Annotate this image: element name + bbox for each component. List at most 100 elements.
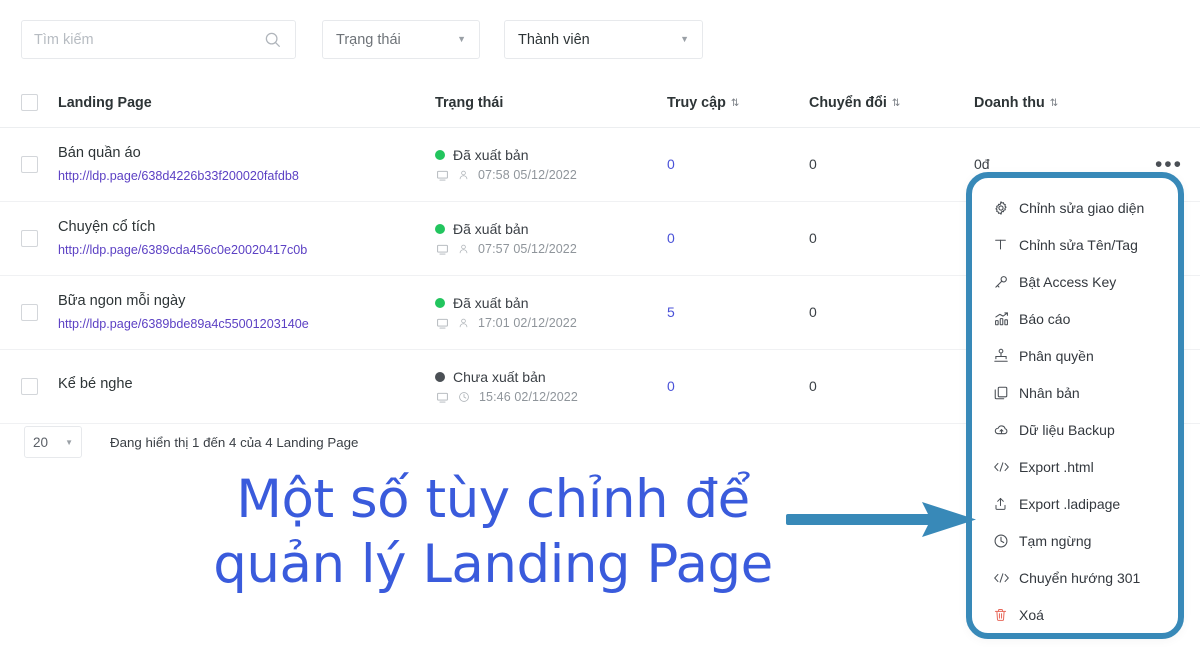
- landing-page-title: Chuyện cổ tích: [58, 219, 156, 236]
- clock-icon: [458, 391, 470, 403]
- visits-value[interactable]: 0: [667, 378, 675, 394]
- right-arrow-icon: [786, 502, 976, 537]
- menu-item-access-key[interactable]: Bật Access Key: [972, 263, 1178, 300]
- menu-item-report[interactable]: Báo cáo: [972, 300, 1178, 337]
- row-conversions-cell: 0: [809, 230, 974, 248]
- search-icon[interactable]: [258, 31, 295, 48]
- user-icon: [458, 317, 469, 329]
- menu-item-label: Nhân bản: [1019, 384, 1080, 401]
- row-checkbox[interactable]: [20, 230, 38, 247]
- menu-item-label: Tạm ngừng: [1019, 532, 1092, 549]
- menu-item-label: Dữ liệu Backup: [1019, 421, 1115, 438]
- status-timestamp: 07:57 05/12/2022: [478, 242, 577, 256]
- status-dot: [435, 150, 445, 160]
- visits-value[interactable]: 0: [667, 230, 675, 246]
- row-visits-cell: 0: [667, 156, 809, 174]
- table-header-row: Landing Page Trạng thái Truy cập ⇅ Chuyển…: [0, 78, 1200, 128]
- row-conversions-cell: 0: [809, 304, 974, 322]
- conversions-value: 0: [809, 155, 817, 172]
- column-header-status-label: Trạng thái: [435, 94, 504, 111]
- monitor-icon: [436, 391, 449, 404]
- conversions-value: 0: [809, 229, 817, 246]
- menu-item-delete[interactable]: Xoá: [972, 596, 1178, 633]
- search-box[interactable]: [21, 20, 296, 59]
- per-page-dropdown[interactable]: 20 ▼: [24, 426, 82, 458]
- column-header-visits[interactable]: Truy cập ⇅: [667, 95, 809, 111]
- row-status-cell: Đã xuất bản 07:57 05/12/2022: [435, 221, 667, 256]
- row-status-cell: Chưa xuất bản 15:46 02/12/2022: [435, 369, 667, 404]
- text-icon: [993, 237, 1019, 252]
- menu-item-label: Chuyển hướng 301: [1019, 569, 1141, 586]
- revenue-value: 0đ: [974, 155, 990, 172]
- user-icon: [458, 243, 469, 255]
- column-header-status: Trạng thái: [435, 95, 667, 111]
- row-checkbox[interactable]: [20, 304, 38, 321]
- column-header-conversions[interactable]: Chuyển đổi ⇅: [809, 95, 974, 111]
- chevron-down-icon: ▼: [65, 437, 73, 447]
- per-page-value: 20: [33, 434, 49, 450]
- annotation-text: Một số tùy chỉnh để quản lý Landing Page: [213, 469, 773, 595]
- row-status-cell: Đã xuất bản 17:01 02/12/2022: [435, 295, 667, 330]
- row-actions-kebab-icon[interactable]: •••: [1155, 154, 1183, 175]
- landing-page-title: Kể bé nghe: [58, 376, 133, 393]
- row-conversions-cell: 0: [809, 378, 974, 396]
- filter-status-dropdown[interactable]: Trạng thái ▼: [322, 20, 480, 59]
- sort-icon[interactable]: ⇅: [892, 98, 900, 109]
- row-checkbox[interactable]: [20, 156, 38, 173]
- column-header-revenue-label: Doanh thu: [974, 94, 1045, 111]
- gear-icon: [993, 200, 1019, 216]
- pause-clock-icon: [993, 533, 1019, 549]
- menu-item-label: Chỉnh sửa Tên/Tag: [1019, 236, 1138, 253]
- code-icon: [993, 571, 1019, 585]
- bar-chart-icon: [993, 311, 1019, 327]
- menu-item-label: Báo cáo: [1019, 310, 1071, 327]
- monitor-icon: [436, 317, 449, 330]
- menu-item-label: Export .html: [1019, 458, 1094, 475]
- row-visits-cell: 0: [667, 230, 809, 248]
- trash-icon: [993, 607, 1019, 623]
- menu-item-label: Export .ladipage: [1019, 495, 1121, 512]
- select-all-checkbox[interactable]: [20, 94, 38, 111]
- menu-item-label: Phân quyền: [1019, 347, 1094, 364]
- menu-item-redirect-301[interactable]: Chuyển hướng 301: [972, 559, 1178, 596]
- row-visits-cell: 0: [667, 378, 809, 396]
- row-name-cell: Kể bé nghe: [58, 375, 435, 398]
- landing-page-url[interactable]: http://ldp.page/6389cda456c0e20020417c0b: [58, 242, 307, 259]
- landing-page-url[interactable]: http://ldp.page/638d4226b33f200020fafdb8: [58, 168, 299, 185]
- row-select-cell: [0, 304, 58, 321]
- menu-item-export-ladipage[interactable]: Export .ladipage: [972, 485, 1178, 522]
- landing-page-title: Bữa ngon mỗi ngày: [58, 293, 186, 310]
- menu-item-edit-interface[interactable]: Chỉnh sửa giao diện: [972, 189, 1178, 226]
- visits-value[interactable]: 5: [667, 304, 675, 320]
- row-status-cell: Đã xuất bản 07:58 05/12/2022: [435, 147, 667, 182]
- column-header-revenue[interactable]: Doanh thu ⇅: [974, 95, 1200, 111]
- menu-item-pause[interactable]: Tạm ngừng: [972, 522, 1178, 559]
- menu-item-backup-data[interactable]: Dữ liệu Backup: [972, 411, 1178, 448]
- conversions-value: 0: [809, 303, 817, 320]
- menu-item-edit-name-tag[interactable]: Chỉnh sửa Tên/Tag: [972, 226, 1178, 263]
- sort-icon[interactable]: ⇅: [731, 98, 739, 109]
- filter-member-dropdown[interactable]: Thành viên ▼: [504, 20, 703, 59]
- row-name-cell: Bán quần áo http://ldp.page/638d4226b33f…: [58, 144, 435, 185]
- cloud-backup-icon: [993, 422, 1019, 438]
- row-visits-cell: 5: [667, 304, 809, 322]
- column-header-visits-label: Truy cập: [667, 94, 726, 111]
- row-conversions-cell: 0: [809, 156, 974, 174]
- sort-icon[interactable]: ⇅: [1050, 98, 1058, 109]
- landing-page-url[interactable]: http://ldp.page/6389bde89a4c55001203140e: [58, 316, 309, 333]
- row-checkbox[interactable]: [20, 378, 38, 395]
- menu-item-permissions[interactable]: Phân quyền: [972, 337, 1178, 374]
- menu-item-duplicate[interactable]: Nhân bản: [972, 374, 1178, 411]
- row-actions-menu[interactable]: Chỉnh sửa giao diện Chỉnh sửa Tên/Tag Bậ…: [966, 172, 1184, 639]
- user-icon: [458, 169, 469, 181]
- row-select-cell: [0, 156, 58, 173]
- pagination-summary: Đang hiển thị 1 đến 4 của 4 Landing Page: [110, 434, 359, 450]
- status-label: Chưa xuất bản: [453, 369, 546, 385]
- row-select-cell: [0, 230, 58, 247]
- permissions-icon: [993, 348, 1019, 364]
- menu-item-export-html[interactable]: Export .html: [972, 448, 1178, 485]
- row-revenue-cell: 0đ •••: [974, 154, 1200, 175]
- select-all-cell: [0, 94, 58, 111]
- search-input[interactable]: [22, 21, 258, 58]
- visits-value[interactable]: 0: [667, 156, 675, 172]
